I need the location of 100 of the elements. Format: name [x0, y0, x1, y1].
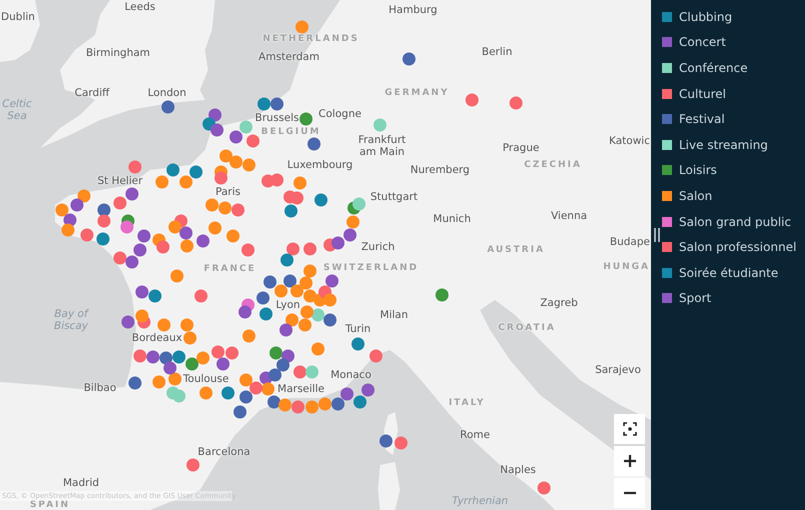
zoom-out-button[interactable] — [614, 478, 645, 508]
map-marker[interactable] — [226, 346, 238, 360]
map-marker[interactable] — [210, 124, 224, 136]
map-marker[interactable] — [370, 350, 382, 362]
map-marker[interactable] — [218, 202, 232, 214]
map-marker[interactable] — [290, 192, 304, 204]
map-marker[interactable] — [270, 98, 284, 110]
map-marker[interactable] — [180, 176, 192, 188]
map-marker[interactable] — [312, 308, 324, 322]
map-marker[interactable] — [194, 290, 208, 302]
map-marker[interactable] — [274, 284, 288, 298]
map-marker[interactable] — [280, 254, 294, 266]
map-marker[interactable] — [332, 236, 344, 250]
map-marker[interactable] — [242, 244, 254, 256]
map-marker[interactable] — [168, 372, 182, 386]
map-marker[interactable] — [114, 252, 126, 264]
zoom-in-button[interactable] — [614, 446, 645, 476]
map-marker[interactable] — [222, 386, 234, 400]
map-marker[interactable] — [352, 338, 364, 350]
map-marker[interactable] — [136, 310, 148, 322]
map-marker[interactable] — [70, 198, 84, 212]
map-marker[interactable] — [220, 150, 232, 162]
map-marker[interactable] — [280, 324, 292, 336]
map-marker[interactable] — [114, 196, 126, 210]
map-marker[interactable] — [268, 368, 282, 382]
map-marker[interactable] — [242, 330, 256, 342]
map-marker[interactable] — [308, 138, 320, 150]
map-marker[interactable] — [538, 482, 550, 494]
map-marker[interactable] — [290, 284, 304, 298]
map-marker[interactable] — [276, 358, 290, 372]
map-marker[interactable] — [344, 228, 356, 242]
map-marker[interactable] — [152, 376, 166, 388]
map-marker[interactable] — [324, 314, 336, 326]
map-marker[interactable] — [56, 204, 68, 216]
map-marker[interactable] — [294, 176, 306, 190]
map-marker[interactable] — [240, 374, 252, 386]
map-marker[interactable] — [180, 318, 194, 332]
map-marker[interactable] — [286, 314, 298, 326]
map-marker[interactable] — [304, 242, 316, 256]
map-marker[interactable] — [180, 226, 192, 240]
map-marker[interactable] — [190, 166, 202, 178]
map-marker[interactable] — [374, 118, 386, 132]
locate-button[interactable] — [614, 414, 645, 444]
map-marker[interactable] — [200, 386, 212, 400]
map-marker[interactable] — [352, 198, 366, 210]
map-marker[interactable] — [238, 306, 252, 318]
map-marker[interactable] — [304, 290, 316, 302]
map-marker[interactable] — [300, 112, 312, 126]
map-marker[interactable] — [172, 350, 186, 364]
map-marker[interactable] — [268, 396, 280, 408]
map-marker[interactable] — [168, 220, 182, 234]
map-marker[interactable] — [246, 134, 260, 148]
map-marker[interactable] — [226, 230, 240, 242]
map-marker[interactable] — [212, 346, 224, 358]
map-marker[interactable] — [98, 214, 110, 228]
map-marker[interactable] — [240, 390, 252, 404]
map-marker[interactable] — [126, 256, 138, 268]
map-marker[interactable] — [300, 276, 312, 290]
map-marker[interactable] — [286, 242, 300, 256]
map-marker[interactable] — [186, 458, 200, 472]
map-marker[interactable] — [284, 204, 298, 218]
map-marker[interactable] — [270, 346, 282, 360]
map-marker[interactable] — [166, 164, 180, 176]
map-marker[interactable] — [230, 156, 242, 168]
map-marker[interactable] — [196, 234, 210, 248]
map-marker[interactable] — [314, 194, 328, 206]
map-marker[interactable] — [186, 358, 198, 370]
map-marker[interactable] — [304, 264, 316, 278]
map-marker[interactable] — [96, 232, 110, 246]
map-marker[interactable] — [232, 204, 244, 216]
map-marker[interactable] — [206, 198, 218, 212]
resize-handle-icon[interactable] — [654, 228, 660, 242]
map-marker[interactable] — [262, 174, 274, 188]
map-marker[interactable] — [180, 240, 194, 252]
map-marker[interactable] — [326, 274, 338, 288]
map-marker[interactable] — [242, 158, 256, 172]
map-marker[interactable] — [264, 276, 276, 288]
map-marker[interactable] — [62, 224, 74, 236]
map-marker[interactable] — [214, 172, 228, 184]
map-marker[interactable] — [128, 376, 142, 390]
map-marker[interactable] — [196, 352, 210, 364]
map-marker[interactable] — [260, 308, 272, 320]
map-marker[interactable] — [156, 240, 170, 254]
map-marker[interactable] — [158, 318, 170, 332]
map-marker[interactable] — [134, 244, 146, 256]
map-marker[interactable] — [216, 358, 230, 370]
map-marker[interactable] — [306, 366, 318, 378]
map-marker[interactable] — [136, 286, 148, 298]
map-marker[interactable] — [294, 366, 306, 378]
map-marker[interactable] — [126, 188, 138, 200]
map-marker[interactable] — [148, 290, 162, 302]
map-marker[interactable] — [284, 274, 296, 288]
map-marker[interactable] — [184, 332, 196, 344]
map-marker[interactable] — [230, 130, 242, 144]
map-marker[interactable] — [256, 292, 270, 304]
map-marker[interactable] — [402, 52, 416, 66]
map-marker[interactable] — [120, 220, 134, 234]
map-marker[interactable] — [146, 350, 160, 364]
map-marker[interactable] — [80, 228, 94, 242]
map-marker[interactable] — [262, 382, 274, 396]
